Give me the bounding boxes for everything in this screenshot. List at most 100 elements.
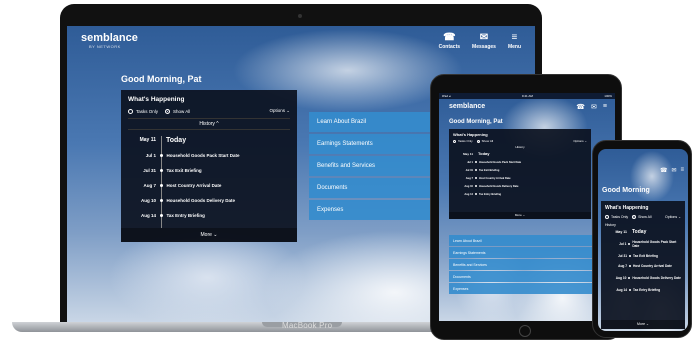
menu-icon[interactable]: ≡ (680, 167, 684, 174)
tasks-only-label: Tasks Only (611, 215, 629, 219)
options-dropdown[interactable]: Options ⌄ (269, 108, 290, 114)
event-date: Aug 14 (140, 213, 156, 218)
show-all-radio[interactable] (165, 108, 171, 114)
greeting: Good Morning, Pat (121, 74, 202, 84)
event-text: Host Country Arrival Date (633, 264, 672, 268)
whats-happening-panel: What's Happening Tasks Only Show All Opt… (121, 90, 297, 242)
timeline-row[interactable]: Jul 31 Tax Exit Briefing (605, 251, 681, 261)
show-all-label: Show All (638, 215, 652, 219)
tasks-only-label: Tasks Only (458, 139, 473, 143)
timeline-row[interactable]: Aug 10 Household Goods Delivery Date (605, 271, 681, 285)
event-text: Household Goods Delivery Date (632, 276, 681, 280)
home-button[interactable] (519, 325, 531, 337)
today-date: May 11 (615, 230, 627, 234)
phone-screen: ☎ ✉ ≡ Good Morning What's Happening Task… (598, 149, 688, 331)
messages-icon[interactable]: ✉ (671, 167, 676, 174)
event-text: Household Goods Pack Start Date (479, 160, 522, 164)
contacts-icon[interactable]: ☎ (576, 103, 585, 111)
show-all-label: Show All (173, 108, 191, 114)
show-all-radio[interactable] (476, 139, 480, 143)
panel-title: What's Happening (128, 96, 185, 103)
nav-menu-label: Menu (507, 44, 521, 50)
timeline-row[interactable]: Jul 31 Tax Exit Briefing (128, 163, 290, 178)
event-dot (159, 184, 163, 187)
timeline-row[interactable]: Jul 31 Tax Exit Briefing (453, 166, 587, 174)
event-text: Host Country Arrival Date (479, 176, 511, 180)
menu-icon[interactable]: ≡ (603, 103, 607, 111)
panel-title: What's Happening (605, 205, 649, 211)
top-bar: semblance BY NETWORK ☎ Contacts ✉ Messag… (67, 26, 535, 64)
tasks-only-radio[interactable] (605, 215, 609, 219)
tasks-only-label: Tasks Only (136, 108, 159, 114)
contacts-icon[interactable]: ☎ (660, 167, 667, 174)
timeline-row[interactable]: Aug 7 Host Country Arrival Date (453, 174, 587, 182)
timeline-row[interactable]: Jul 1 Household Goods Pack Start Date (605, 237, 681, 251)
event-dot (628, 277, 631, 279)
menu-item-earnings[interactable]: Earnings Statements (449, 247, 605, 258)
timeline-row[interactable]: Aug 14 Tax Entry Briefing (605, 285, 681, 295)
brand-name[interactable]: semblance (449, 103, 485, 110)
whats-happening-panel: What's Happening Tasks Only Show All Opt… (449, 129, 591, 219)
event-dot (475, 177, 477, 179)
event-text: Host Country Arrival Date (166, 183, 222, 188)
camera-icon (298, 14, 302, 18)
timeline-row[interactable]: Aug 10 Household Goods Delivery Date (453, 182, 587, 190)
today-label: Today (478, 151, 490, 156)
greeting: Good Morning, Pat (449, 119, 503, 125)
timeline-row[interactable]: Aug 7 Host Country Arrival Date (605, 261, 681, 271)
event-date: Aug 14 (464, 192, 473, 196)
status-time: 9:41 AM (521, 94, 533, 98)
options-dropdown[interactable]: Options ⌄ (573, 139, 587, 143)
menu-item-expenses[interactable]: Expenses (449, 283, 605, 294)
menu-item-learn[interactable]: Learn About Brazil (449, 235, 605, 246)
timeline-row[interactable]: Jul 1 Household Goods Pack Start Date (128, 148, 290, 163)
more-button[interactable]: More ⌄ (601, 320, 685, 329)
brand-logo[interactable]: semblance BY NETWORK (81, 32, 138, 49)
event-date: Jul 1 (145, 153, 156, 158)
tasks-only-radio[interactable] (453, 139, 456, 143)
brand-subtitle: BY NETWORK (89, 44, 121, 49)
status-carrier: iPad ◂ (442, 94, 451, 98)
timeline-row[interactable]: Aug 14 Tax Entry Briefing (453, 190, 587, 198)
menu-item-documents[interactable]: Documents (449, 271, 605, 282)
timeline-row[interactable]: Aug 7 Host Country Arrival Date (128, 178, 290, 193)
event-dot (475, 193, 477, 195)
show-all-label: Show All (481, 139, 494, 143)
timeline-row[interactable]: Aug 10 Household Goods Delivery Date (128, 193, 290, 208)
greeting: Good Morning (602, 187, 650, 194)
phone-device: ☎ ✉ ≡ Good Morning What's Happening Task… (592, 140, 692, 338)
event-text: Tax Entry Briefing (166, 213, 205, 218)
event-date: Aug 14 (616, 288, 627, 292)
more-button[interactable]: More ⌄ (121, 228, 297, 242)
nav-contacts[interactable]: ☎ Contacts (439, 32, 460, 50)
laptop-label: MacBook Pro (282, 321, 333, 330)
event-date: Jul 31 (617, 254, 627, 258)
event-date: Jul 1 (619, 242, 627, 246)
timeline-today: May 11 Today (128, 132, 290, 148)
nav-messages[interactable]: ✉ Messages (472, 32, 496, 50)
show-all-radio[interactable] (632, 215, 637, 219)
today-date: May 11 (139, 137, 156, 143)
messages-icon[interactable]: ✉ (591, 103, 597, 111)
tasks-only-radio[interactable] (128, 108, 133, 114)
menu-item-benefits[interactable]: Benefits and Services (449, 259, 605, 270)
top-nav: ☎ Contacts ✉ Messages ≡ Menu (439, 32, 521, 50)
event-dot (159, 169, 163, 172)
nav-menu[interactable]: ≡ Menu (508, 32, 521, 50)
brand-name: semblance (81, 32, 138, 44)
event-date: Aug 10 (615, 276, 627, 280)
event-text: Household Goods Pack Start Date (632, 240, 677, 248)
event-text: Tax Exit Briefing (633, 254, 658, 258)
status-battery: 100% (604, 94, 612, 98)
messages-icon: ✉ (479, 32, 489, 43)
timeline-row[interactable]: Aug 14 Tax Entry Briefing (128, 208, 290, 223)
event-text: Tax Entry Briefing (479, 192, 502, 196)
event-date: Aug 7 (143, 183, 156, 188)
history-toggle[interactable]: History ^ (128, 118, 290, 130)
more-button[interactable]: More ⌄ (449, 212, 591, 219)
event-text: Household Goods Pack Start Date (166, 153, 240, 158)
options-dropdown[interactable]: Options ⌄ (665, 215, 681, 219)
event-dot (475, 161, 477, 163)
timeline-row[interactable]: Jul 1 Household Goods Pack Start Date (453, 158, 587, 166)
event-date: Aug 10 (464, 184, 473, 188)
